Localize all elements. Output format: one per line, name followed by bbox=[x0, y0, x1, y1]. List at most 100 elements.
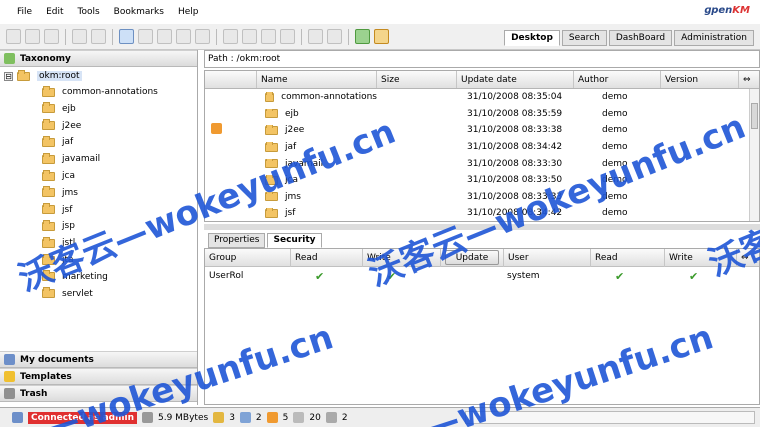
stack-header-taxonomy[interactable]: Taxonomy bbox=[0, 50, 197, 67]
column-size[interactable]: Size bbox=[377, 71, 457, 88]
find-folder-icon[interactable] bbox=[25, 29, 40, 44]
checkout-icon[interactable] bbox=[239, 412, 251, 423]
splitter[interactable] bbox=[204, 224, 760, 230]
scanner-icon[interactable] bbox=[308, 29, 323, 44]
uploader-icon[interactable] bbox=[327, 29, 342, 44]
checkin-icon[interactable] bbox=[176, 29, 191, 44]
tab-administration[interactable]: Administration bbox=[674, 30, 754, 46]
table-row[interactable]: common-annotations 31/10/2008 08:35:04 dem… bbox=[205, 89, 759, 106]
collapse-icon[interactable]: ⊟ bbox=[4, 71, 13, 81]
column-author[interactable]: Author bbox=[574, 71, 661, 88]
stack-header-trash[interactable]: Trash bbox=[0, 385, 197, 402]
locked-count: 3 bbox=[229, 412, 235, 423]
tree-item[interactable]: j2ee bbox=[42, 119, 81, 133]
column-group-write: Write bbox=[363, 248, 441, 267]
taxonomy-icon bbox=[4, 53, 15, 64]
toolbar-divider bbox=[301, 28, 302, 45]
update-button[interactable]: Update bbox=[444, 250, 500, 265]
lightning-icon bbox=[4, 371, 15, 382]
row-status-cell bbox=[205, 123, 257, 137]
cell-name-text: javamail bbox=[285, 158, 324, 169]
tree-item[interactable]: jaf bbox=[42, 135, 73, 149]
workflow-count: 2 bbox=[341, 412, 348, 423]
home-icon[interactable] bbox=[374, 29, 389, 44]
workflow-icon[interactable] bbox=[325, 412, 337, 423]
add-document-icon[interactable] bbox=[119, 29, 134, 44]
folder-icon bbox=[265, 191, 278, 202]
stack-header-templates[interactable]: Templates bbox=[0, 368, 197, 385]
add-subscription-icon[interactable] bbox=[280, 29, 295, 44]
create-folder-icon[interactable] bbox=[6, 29, 21, 44]
menu-help[interactable]: Help bbox=[178, 7, 199, 17]
cell-name: jsf bbox=[257, 208, 377, 218]
tab-dashboard[interactable]: DashBoard bbox=[608, 30, 673, 46]
trash-icon bbox=[4, 388, 15, 399]
workflow-icon[interactable] bbox=[261, 29, 276, 44]
tree-item[interactable]: servlet bbox=[42, 287, 93, 301]
tree-item[interactable]: common-annotations bbox=[42, 85, 158, 99]
toolbar-divider bbox=[348, 28, 349, 45]
remove-property-group-icon[interactable] bbox=[242, 29, 257, 44]
table-row[interactable]: jms 31/10/2008 08:33:33 demo bbox=[205, 189, 759, 206]
expand-columns-icon[interactable]: ⇔ bbox=[737, 249, 757, 267]
menu-edit[interactable]: Edit bbox=[46, 7, 63, 17]
tree-root[interactable]: ⊟ okm:root bbox=[4, 69, 82, 83]
cancel-checkout-icon[interactable] bbox=[195, 29, 210, 44]
file-browser-header: Name Size Update date Author Version ⇔ bbox=[205, 71, 759, 89]
group-read-check-icon[interactable]: ✔ bbox=[291, 270, 363, 283]
tab-search[interactable]: Search bbox=[561, 30, 607, 46]
tree-item[interactable]: marketing bbox=[42, 270, 108, 284]
checkout-count: 2 bbox=[255, 412, 262, 423]
tab-desktop[interactable]: Desktop bbox=[504, 30, 560, 46]
group-write-check-icon[interactable]: ✔ bbox=[363, 270, 441, 283]
menu-file[interactable]: File bbox=[17, 7, 32, 17]
tree-item[interactable]: jta bbox=[42, 253, 74, 267]
tab-security[interactable]: Security bbox=[267, 233, 322, 248]
table-row[interactable]: jca 31/10/2008 08:33:50 demo bbox=[205, 172, 759, 189]
refresh-icon[interactable] bbox=[355, 29, 370, 44]
tree-item[interactable]: jms bbox=[42, 186, 78, 200]
cell-author: demo bbox=[602, 92, 628, 103]
tree-item[interactable]: ejb bbox=[42, 102, 76, 116]
tree-item[interactable]: jca bbox=[42, 169, 75, 183]
cell-author: demo bbox=[602, 142, 628, 153]
table-row[interactable]: ejb 31/10/2008 08:35:59 demo bbox=[205, 106, 759, 123]
menu-tools[interactable]: Tools bbox=[78, 7, 100, 17]
table-row[interactable]: jsf 31/10/2008 08:34:42 demo bbox=[205, 205, 759, 221]
file-browser-body: common-annotations 31/10/2008 08:35:04 dem… bbox=[205, 89, 759, 221]
find-document-icon[interactable] bbox=[44, 29, 59, 44]
tree-item[interactable]: jsp bbox=[42, 219, 75, 233]
tab-properties[interactable]: Properties bbox=[208, 233, 266, 248]
vertical-scrollbar[interactable] bbox=[749, 89, 759, 221]
unlock-icon[interactable] bbox=[91, 29, 106, 44]
column-version[interactable]: Version bbox=[661, 71, 739, 88]
toolbar-divider bbox=[65, 28, 66, 45]
download-icon[interactable] bbox=[138, 29, 153, 44]
lock-icon[interactable] bbox=[72, 29, 87, 44]
table-row[interactable]: jaf 31/10/2008 08:34:42 demo bbox=[205, 139, 759, 156]
cell-name: javamail bbox=[257, 158, 377, 169]
lock-icon[interactable] bbox=[213, 412, 225, 423]
user-read-check-icon[interactable]: ✔ bbox=[591, 270, 665, 283]
menu-bookmarks[interactable]: Bookmarks bbox=[114, 7, 164, 17]
toolbar-divider bbox=[112, 28, 113, 45]
tree-item[interactable]: jstl bbox=[42, 236, 75, 250]
tree-item-label: j2ee bbox=[62, 120, 82, 131]
edit-icon[interactable] bbox=[157, 29, 172, 44]
table-row[interactable]: javamail 31/10/2008 08:33:30 demo bbox=[205, 155, 759, 172]
user-write-check-icon[interactable]: ✔ bbox=[665, 270, 737, 283]
mail-icon[interactable] bbox=[293, 412, 305, 423]
column-update-date[interactable]: Update date bbox=[457, 71, 574, 88]
subscription-icon[interactable] bbox=[266, 412, 278, 423]
table-row[interactable]: j2ee 31/10/2008 08:33:38 demo bbox=[205, 122, 759, 139]
stack-header-my-documents[interactable]: My documents bbox=[0, 351, 197, 368]
column-name[interactable]: Name bbox=[257, 71, 377, 88]
tree-item[interactable]: javamail bbox=[42, 152, 100, 166]
folder-tree: ⊟ okm:root common-annotations ejb j2ee j… bbox=[0, 67, 197, 357]
tree-item[interactable]: jsf bbox=[42, 203, 72, 217]
property-group-icon[interactable] bbox=[223, 29, 238, 44]
cell-name: jca bbox=[257, 175, 377, 185]
scroll-thumb[interactable] bbox=[751, 103, 758, 129]
security-header: Group Read Write Update User Read Write … bbox=[205, 248, 759, 267]
expand-columns-icon[interactable]: ⇔ bbox=[739, 71, 759, 88]
